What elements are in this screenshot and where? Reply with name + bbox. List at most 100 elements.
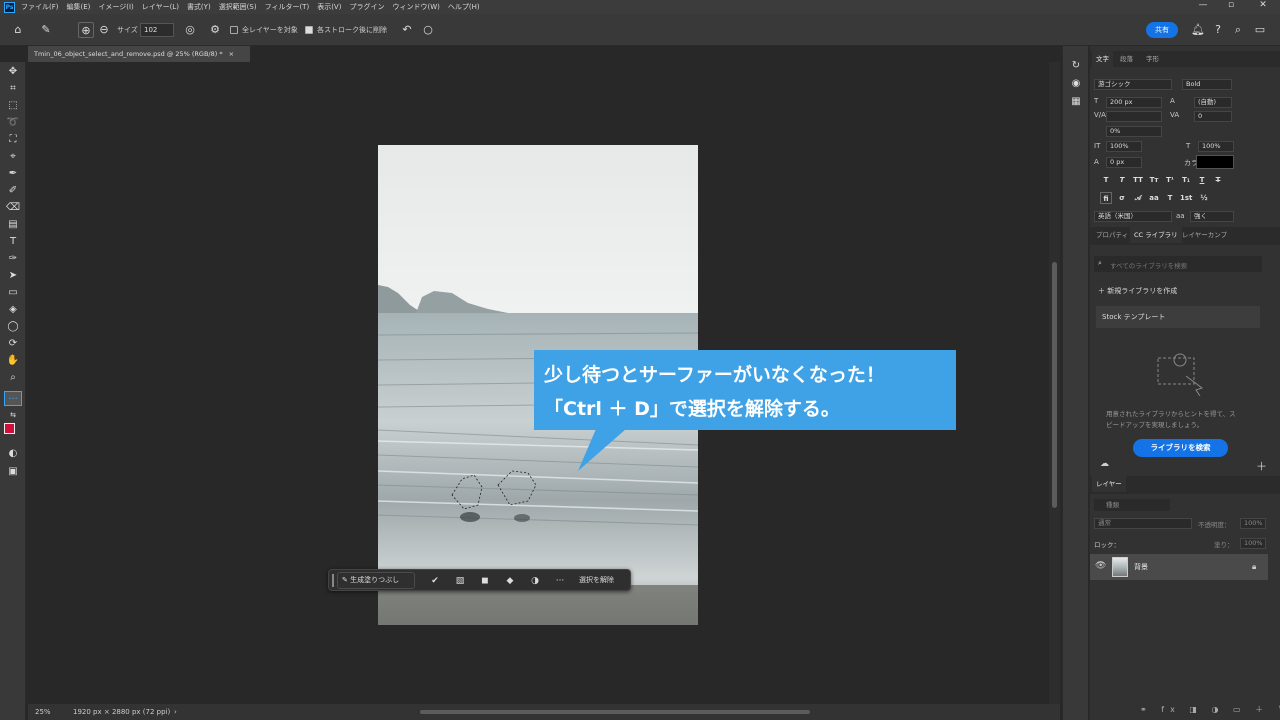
crop-tool-icon[interactable]: ⌖ (4, 149, 22, 164)
layer-row[interactable]: 👁︎ 背景 🔒︎ (1090, 554, 1268, 580)
edit-toolbar-icon[interactable]: ··· (4, 391, 22, 406)
settings-gear-icon[interactable]: ⚙ (207, 22, 223, 38)
home-icon[interactable]: ⌂ (10, 22, 26, 38)
all-caps-icon[interactable]: TT (1132, 174, 1144, 186)
gradient-tool-icon[interactable]: ▤ (4, 217, 22, 232)
document-tab[interactable]: Tmin_06_object_select_and_remove.psd @ 2… (28, 46, 250, 62)
layer-filter-input[interactable]: 種類 (1094, 499, 1170, 511)
fill-input[interactable]: 100% (1240, 538, 1266, 549)
help-icon[interactable]: ? (1210, 22, 1226, 38)
quick-mask-icon[interactable]: ◐ (4, 446, 22, 461)
menu-plugins[interactable]: プラグイン (349, 2, 384, 12)
menu-layer[interactable]: レイヤー(L) (142, 2, 179, 12)
invert-selection-icon[interactable]: ▧ (452, 573, 468, 589)
sample-all-layers-checkbox[interactable] (230, 26, 238, 34)
alternates-icon[interactable]: aa (1148, 192, 1160, 204)
visibility-eye-icon[interactable]: 👁︎ (1095, 561, 1106, 571)
enhance-edge-checkbox[interactable] (305, 26, 313, 34)
titling-icon[interactable]: T (1164, 192, 1176, 204)
text-color-swatch[interactable] (1196, 155, 1234, 169)
faux-bold-icon[interactable]: T (1100, 174, 1112, 186)
tab-paragraph[interactable]: 段落 (1116, 51, 1137, 67)
add-library-icon[interactable]: ＋ (1256, 458, 1267, 474)
eraser-tool-icon[interactable]: ⌫ (4, 200, 22, 215)
old-style-icon[interactable]: σ (1116, 192, 1128, 204)
undo-arrow-icon[interactable]: ↶ (399, 22, 415, 38)
rectangle-tool-icon[interactable]: ▭ (4, 285, 22, 300)
history-icon[interactable]: ↻ (1067, 58, 1085, 73)
hand-tool-icon[interactable]: ✋ (4, 353, 22, 368)
blend-mode-select[interactable]: 通常 (1094, 518, 1192, 529)
tracking-input[interactable]: 0 (1194, 111, 1232, 122)
object-selection-tool-icon[interactable]: ✎ (38, 22, 54, 38)
baseline-shift-input[interactable]: 0 px (1106, 157, 1142, 168)
pen-tool-icon[interactable]: ✑ (4, 251, 22, 266)
generative-fill-button[interactable]: ✎ 生成塗りつぶし (337, 572, 415, 589)
menu-file[interactable]: ファイル(F) (21, 2, 59, 12)
stock-templates-item[interactable]: Stock テンプレート (1096, 306, 1260, 328)
vertical-scale-input[interactable]: 100% (1106, 141, 1142, 152)
modify-selection-icon[interactable]: ✔ (427, 573, 443, 589)
layer-panel-footer-icons[interactable]: ⚭ fx ◨ ◑ ▭ ＋ 🗑︎ (1140, 704, 1280, 715)
paint-bucket-tool-icon[interactable]: ◈ (4, 302, 22, 317)
tab-properties[interactable]: プロパティ (1092, 227, 1132, 243)
brush-add-icon[interactable]: ⊕ (78, 22, 94, 38)
tab-glyphs[interactable]: 字形 (1142, 51, 1163, 67)
deselect-button[interactable]: 選択を解除 (579, 572, 614, 589)
leading-input[interactable]: (自動) (1194, 97, 1232, 108)
workspace-icon[interactable]: ▭ (1252, 22, 1268, 38)
color-icon[interactable]: ◉ (1067, 76, 1085, 91)
font-size-input[interactable]: 200 px (1106, 97, 1162, 108)
eyedropper-tool-icon[interactable]: ✒ (4, 166, 22, 181)
screen-mode-icon[interactable]: ▣ (4, 464, 22, 479)
search-library-button[interactable]: ライブラリを検索 (1133, 439, 1228, 457)
maximize-icon[interactable]: ▫ (1218, 0, 1244, 10)
kerning-input[interactable] (1106, 111, 1162, 122)
size-input[interactable]: 102 (140, 23, 174, 37)
tab-character[interactable]: 文字 (1092, 51, 1113, 67)
foreground-color-swatch[interactable] (4, 423, 15, 434)
opacity-input[interactable]: 100% (1240, 518, 1266, 529)
menu-filter[interactable]: フィルター(T) (265, 2, 310, 12)
path-select-tool-icon[interactable]: ➤ (4, 268, 22, 283)
fractions-icon[interactable]: ½ (1198, 192, 1210, 204)
bell-icon[interactable]: 🔔︎ (1190, 22, 1206, 38)
fill-icon[interactable]: ◆ (502, 573, 518, 589)
pressure-icon[interactable]: ◎ (182, 22, 198, 38)
tab-layer-comps[interactable]: レイヤーカンプ (1178, 227, 1231, 243)
close-icon[interactable]: ✕ (1250, 0, 1276, 10)
menu-select[interactable]: 選択範囲(S) (219, 2, 257, 12)
drag-handle[interactable] (332, 574, 334, 587)
tab-layers[interactable]: レイヤー (1092, 476, 1126, 492)
zoom-level[interactable]: 25% (35, 704, 51, 720)
ligature-icon[interactable]: fi (1100, 192, 1112, 204)
share-button[interactable]: 共有 (1146, 22, 1178, 38)
brush-subtract-icon[interactable]: ⊖ (96, 22, 112, 38)
search-icon[interactable]: ⌕ (1230, 22, 1246, 38)
subscript-icon[interactable]: T₁ (1180, 174, 1192, 186)
faux-italic-icon[interactable]: T (1116, 174, 1128, 186)
vertical-scrollbar[interactable] (1049, 62, 1060, 704)
zoom-tool-icon[interactable]: ⌕ (4, 370, 22, 385)
menu-type[interactable]: 書式(Y) (187, 2, 211, 12)
swap-colors-icon[interactable]: ⇆ (4, 408, 22, 423)
menu-edit[interactable]: 編集(E) (67, 2, 91, 12)
menu-help[interactable]: ヘルプ(H) (448, 2, 480, 12)
status-menu-arrow-icon[interactable]: › (174, 704, 177, 720)
swash-icon[interactable]: 𝒜 (1132, 192, 1144, 204)
superscript-icon[interactable]: T¹ (1164, 174, 1176, 186)
ordinals-icon[interactable]: 1st (1180, 192, 1192, 204)
antialias-select[interactable]: 強く (1190, 211, 1234, 222)
brush-tool-icon[interactable]: ✐ (4, 183, 22, 198)
artboard-tool-icon[interactable]: ⌗ (4, 81, 22, 96)
menu-image[interactable]: イメージ(I) (98, 2, 133, 12)
mask-icon[interactable]: ◼ (477, 573, 493, 589)
font-family-select[interactable]: 游ゴシック (1094, 79, 1172, 90)
horizontal-scroll-thumb[interactable] (420, 710, 810, 714)
rotate-view-tool-icon[interactable]: ⟳ (4, 336, 22, 351)
move-tool-icon[interactable]: ✥ (4, 64, 22, 79)
swatches-icon[interactable]: ▦ (1067, 94, 1085, 109)
language-select[interactable]: 英語（米国） (1094, 211, 1172, 222)
font-style-select[interactable]: Bold (1182, 79, 1232, 90)
refresh-icon[interactable]: ○ (420, 22, 436, 38)
